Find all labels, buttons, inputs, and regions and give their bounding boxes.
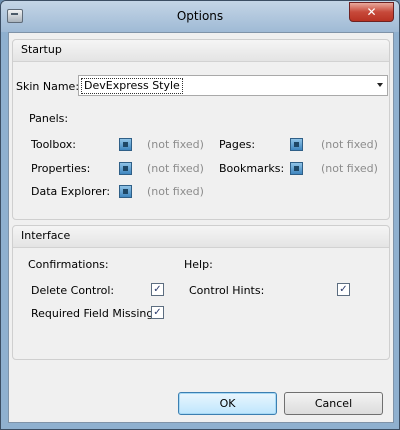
skin-name-combobox[interactable]: DevExpress Style	[78, 75, 388, 96]
skin-name-label: Skin Name:	[16, 80, 80, 93]
close-button[interactable]: ✕	[349, 2, 394, 22]
bookmarks-state: (not fixed)	[321, 162, 378, 175]
control-hints-label: Control Hints:	[189, 284, 265, 297]
control-hints-checkbox[interactable]: ✓	[337, 283, 350, 296]
skin-name-value: DevExpress Style	[81, 78, 183, 94]
bookmarks-label: Bookmarks:	[219, 162, 285, 175]
delete-control-label: Delete Control:	[31, 284, 115, 297]
startup-group-header: Startup	[13, 40, 389, 62]
pages-state: (not fixed)	[321, 138, 378, 151]
ok-button[interactable]: OK	[178, 392, 277, 415]
interface-group: Interface Confirmations: Help: Delete Co…	[12, 225, 390, 360]
panels-label: Panels:	[29, 112, 69, 125]
properties-pin-icon[interactable]	[119, 162, 132, 175]
dialog-body: Startup Skin Name: DevExpress Style Pane…	[8, 32, 394, 423]
data-explorer-label: Data Explorer:	[31, 185, 111, 198]
toolbox-label: Toolbox:	[31, 138, 76, 151]
data-explorer-state: (not fixed)	[147, 185, 204, 198]
required-field-missing-label: Required Field Missing:	[31, 307, 158, 320]
startup-group: Startup Skin Name: DevExpress Style Pane…	[12, 39, 390, 220]
interface-group-header: Interface	[13, 226, 389, 248]
toolbox-state: (not fixed)	[147, 138, 204, 151]
data-explorer-pin-icon[interactable]	[119, 185, 132, 198]
toolbox-pin-icon[interactable]	[119, 138, 132, 151]
title-bar[interactable]: Options ✕	[1, 1, 399, 32]
confirmations-label: Confirmations:	[28, 258, 109, 271]
cancel-button[interactable]: Cancel	[284, 392, 383, 415]
properties-state: (not fixed)	[147, 162, 204, 175]
options-window: Options ✕ Startup Skin Name: DevExpress …	[0, 0, 400, 430]
properties-label: Properties:	[31, 162, 91, 175]
bookmarks-pin-icon[interactable]	[290, 162, 303, 175]
delete-control-checkbox[interactable]: ✓	[151, 283, 164, 296]
required-field-missing-checkbox[interactable]: ✓	[151, 306, 164, 319]
help-label: Help:	[184, 258, 213, 271]
dropdown-arrow-icon[interactable]	[377, 83, 383, 87]
pages-label: Pages:	[219, 138, 256, 151]
pages-pin-icon[interactable]	[290, 138, 303, 151]
window-title: Options	[176, 9, 224, 23]
